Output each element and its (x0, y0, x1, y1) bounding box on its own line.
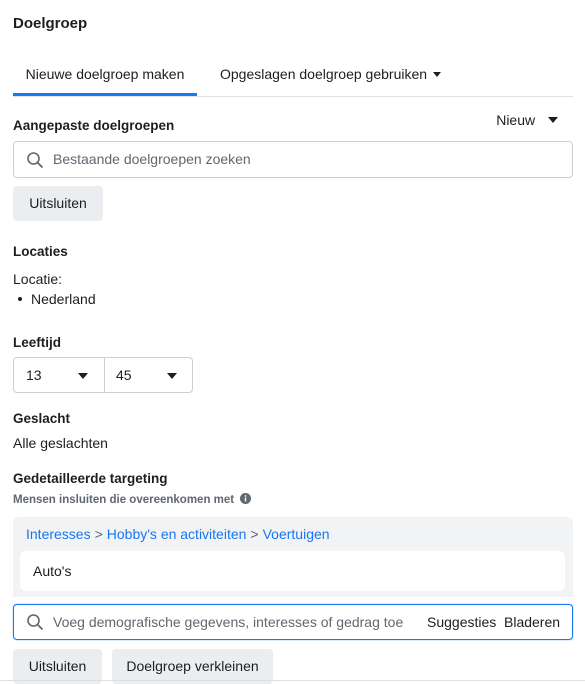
age-max-value: 45 (116, 367, 132, 383)
selected-interest-label: Auto's (33, 563, 72, 579)
custom-audience-search-input[interactable]: Bestaande doelgroepen zoeken (13, 141, 573, 178)
age-max-select[interactable]: 45 (105, 358, 193, 392)
narrow-audience-button[interactable]: Doelgroep verkleinen (112, 649, 273, 684)
caret-down-icon (78, 373, 88, 379)
search-icon (27, 152, 43, 168)
browse-link[interactable]: Bladeren (504, 614, 560, 630)
exclude-targeting-button[interactable]: Uitsluiten (13, 649, 102, 684)
breadcrumb-vehicles[interactable]: Voertuigen (263, 526, 330, 542)
audience-tabs: Nieuwe doelgroep maken Opgeslagen doelgr… (13, 60, 573, 97)
age-min-select[interactable]: 13 (14, 358, 104, 392)
age-range-selector: 13 45 (13, 357, 193, 393)
breadcrumb-interests[interactable]: Interesses (26, 526, 91, 542)
age-label: Leeftijd (13, 335, 62, 350)
caret-down-icon (433, 71, 442, 77)
exclude-custom-audience-button[interactable]: Uitsluiten (13, 186, 103, 221)
suggestions-link[interactable]: Suggesties (427, 614, 496, 630)
locations-label: Locaties (13, 244, 68, 259)
new-audience-dropdown[interactable]: Nieuw (496, 112, 558, 128)
targeting-breadcrumb: Interesses > Hobby's en activiteiten > Voert… (26, 526, 330, 542)
search-icon (27, 614, 43, 630)
breadcrumb-separator: > (250, 526, 259, 542)
tab-saved-audience-label: Opgeslagen doelgroep gebruiken (220, 66, 428, 82)
new-audience-label: Nieuw (496, 112, 536, 128)
include-matching-label: Mensen insluiten die overeenkomen met (13, 493, 252, 506)
breadcrumb-hobbies[interactable]: Hobby's en activiteiten (107, 526, 247, 542)
tab-new-audience[interactable]: Nieuwe doelgroep maken (13, 60, 197, 96)
tab-new-audience-label: Nieuwe doelgroep maken (25, 66, 185, 82)
custom-audience-search-placeholder: Bestaande doelgroepen zoeken (53, 151, 251, 167)
location-sub-label: Locatie: (13, 271, 63, 287)
selected-interest-item[interactable]: Auto's (20, 551, 565, 591)
caret-down-icon (167, 373, 177, 379)
gender-label: Geslacht (13, 411, 71, 426)
include-matching-text: Mensen insluiten die overeenkomen met (13, 494, 235, 506)
gender-value[interactable]: Alle geslachten (13, 435, 108, 451)
bullet-icon (18, 297, 22, 302)
location-list-item: Nederland (18, 291, 96, 307)
targeting-selection-panel: Interesses > Hobby's en activiteiten > Voert… (13, 517, 573, 597)
info-icon[interactable] (240, 493, 252, 505)
breadcrumb-separator: > (94, 526, 103, 542)
custom-audiences-label: Aangepaste doelgroepen (13, 118, 175, 133)
detailed-targeting-label: Gedetailleerde targeting (13, 471, 168, 486)
section-title: Doelgroep (13, 15, 88, 32)
age-min-value: 13 (26, 367, 42, 383)
location-name: Nederland (31, 291, 96, 307)
detailed-targeting-search-placeholder: Voeg demografische gegevens, interesses … (53, 614, 404, 630)
detailed-targeting-search-input[interactable]: Voeg demografische gegevens, interesses … (13, 604, 573, 640)
tab-saved-audience[interactable]: Opgeslagen doelgroep gebruiken (220, 60, 442, 96)
caret-down-icon (548, 117, 558, 124)
